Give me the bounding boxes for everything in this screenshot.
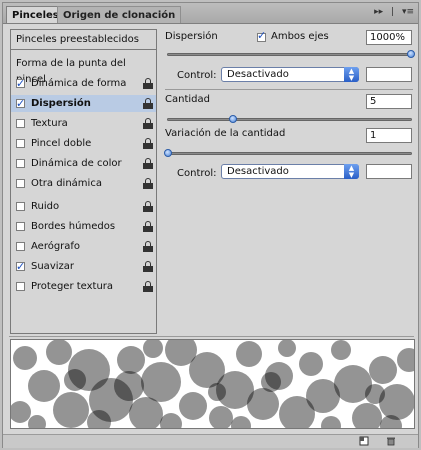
option-label: Dinámica de forma [31,78,127,89]
option-aerografo[interactable]: Aerógrafo [11,238,156,255]
lock-icon[interactable] [143,98,153,109]
variacion-slider-thumb[interactable] [164,149,172,157]
control-extra-field[interactable] [366,67,412,82]
checkbox-icon[interactable] [16,95,25,112]
dispersion-slider-thumb[interactable] [407,50,415,58]
control-label: Control: [177,70,217,81]
expand-icon[interactable]: ▸▸ [374,7,383,17]
option-label: Suavizar [31,261,74,272]
divider [165,89,413,90]
option-label: Dispersión [31,98,91,109]
cantidad-value-field[interactable]: 5 [366,94,412,109]
dispersion-slider-track[interactable] [167,53,412,56]
brush-stroke-preview [10,339,415,429]
ambos-ejes-label: Ambos ejes [271,31,329,42]
option-label: Proteger textura [31,281,114,292]
option-suavizar[interactable]: Suavizar [11,258,156,275]
control-label: Control: [177,168,217,179]
dispersion-settings: Dispersión Ambos ejes 1000% Control: Des… [163,27,415,187]
option-dispersion[interactable]: Dispersión [11,95,156,112]
separator: | [391,7,395,17]
brush-options-list: Pinceles preestablecidos Forma de la pun… [10,29,157,334]
option-label: Bordes húmedos [31,221,116,232]
control-dropdown[interactable]: Desactivado ▲ ▼ [221,67,359,82]
panel-controls: ▸▸ | ▾≡ [369,7,414,17]
option-label: Dinámica de color [31,158,122,169]
lock-icon[interactable] [143,201,153,212]
option-pincel-doble[interactable]: Pincel doble [11,135,156,152]
cantidad-label: Cantidad [165,94,210,105]
trash-icon[interactable] [386,436,396,446]
checkbox-icon[interactable] [16,139,25,148]
control-dropdown-value: Desactivado [227,166,289,177]
control-dropdown[interactable]: Desactivado ▲ ▼ [221,164,359,179]
lock-icon[interactable] [143,118,153,129]
panel-bottom-bar [3,434,418,448]
checkbox-icon[interactable] [16,159,25,168]
lock-icon[interactable] [143,138,153,149]
checkbox-icon[interactable] [16,202,25,211]
checkbox-icon[interactable] [16,242,25,251]
lock-icon[interactable] [143,178,153,189]
dispersion-label: Dispersión [165,31,218,42]
lock-icon[interactable] [143,78,153,89]
option-otra-dinamica[interactable]: Otra dinámica [11,175,156,192]
checkbox-icon[interactable] [16,258,25,275]
panel-menu-icon[interactable]: ▾≡ [402,7,414,17]
control-dropdown-value: Desactivado [227,69,289,80]
variacion-slider-track[interactable] [167,152,412,155]
checkbox-icon[interactable] [16,222,25,231]
dropdown-arrow-icon[interactable]: ▲ ▼ [344,67,359,82]
option-label: Aerógrafo [31,241,81,252]
option-proteger-textura[interactable]: Proteger textura [11,278,156,295]
option-label: Otra dinámica [31,178,102,189]
variacion-value-field[interactable]: 1 [366,128,412,143]
option-bordes-humedos[interactable]: Bordes húmedos [11,218,156,235]
option-label: Pincel doble [31,138,92,149]
option-dinamica-color[interactable]: Dinámica de color [11,155,156,172]
option-ruido[interactable]: Ruido [11,198,156,215]
ambos-ejes-checkbox[interactable] [257,29,266,42]
brush-tip-shape-item[interactable]: Forma de la punta del pincel [11,56,156,85]
checkbox-icon[interactable] [16,179,25,188]
lock-icon[interactable] [143,281,153,292]
new-brush-icon[interactable] [359,436,369,446]
cantidad-slider-track[interactable] [167,118,412,121]
tab-pinceles[interactable]: Pinceles [6,6,65,23]
control-extra-field[interactable] [366,164,412,179]
lock-icon[interactable] [143,261,153,272]
option-textura[interactable]: Textura [11,115,156,132]
checkbox-icon[interactable] [16,119,25,128]
preset-brushes-button[interactable]: Pinceles preestablecidos [11,30,156,50]
checkbox-icon[interactable] [16,75,25,92]
tab-origen-clonacion[interactable]: Origen de clonación [57,6,182,23]
divider [9,336,414,337]
brush-panel: Pinceles Origen de clonación ▸▸ | ▾≡ Pin… [2,2,419,448]
checkbox-icon[interactable] [16,282,25,291]
tab-bar: Pinceles Origen de clonación ▸▸ | ▾≡ [3,3,418,24]
cantidad-slider-thumb[interactable] [229,115,237,123]
option-label: Textura [31,118,68,129]
lock-icon[interactable] [143,241,153,252]
lock-icon[interactable] [143,221,153,232]
option-dinamica-forma[interactable]: Dinámica de forma [11,75,156,92]
option-label: Ruido [31,201,60,212]
lock-icon[interactable] [143,158,153,169]
dispersion-value-field[interactable]: 1000% [366,30,412,45]
dropdown-arrow-icon[interactable]: ▲ ▼ [344,164,359,179]
scatter-stroke-image [11,340,414,428]
variacion-label: Variación de la cantidad [165,128,286,139]
